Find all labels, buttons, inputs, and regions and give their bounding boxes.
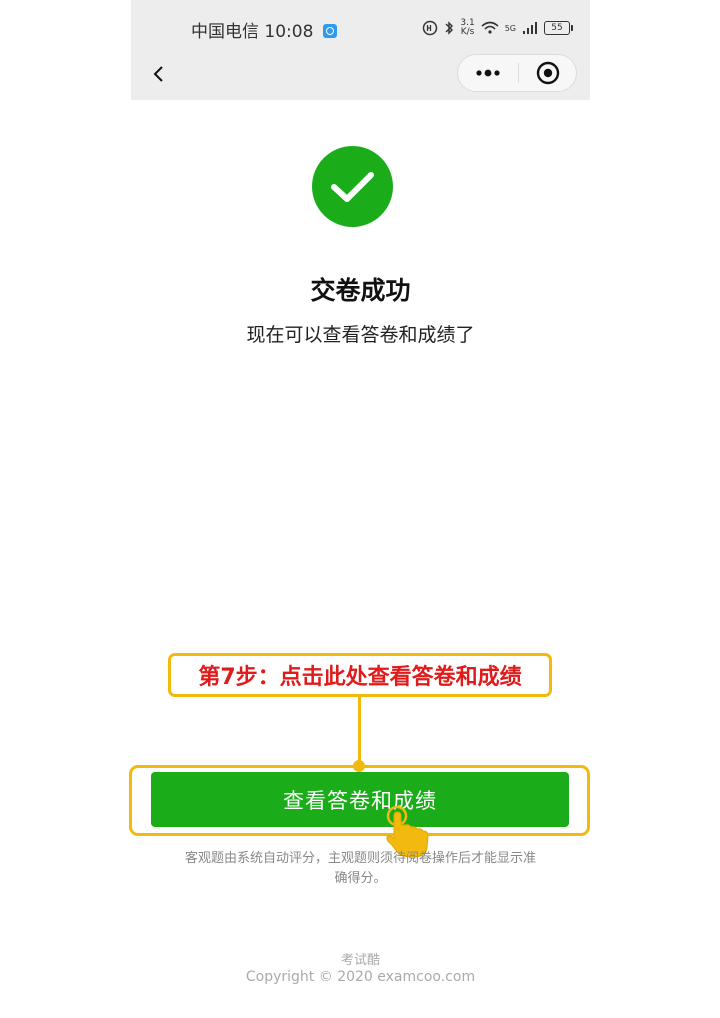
app-notification-icon: [322, 24, 337, 38]
clock-time: 10:08: [264, 22, 314, 42]
battery-icon: 55: [544, 21, 573, 35]
view-answers-scores-button[interactable]: 查看答卷和成绩: [151, 772, 569, 827]
signal-strength-icon: [523, 22, 537, 34]
close-button[interactable]: [519, 55, 577, 91]
scoring-note: 客观题由系统自动评分，主观题则须待阅卷操作后才能显示准确得分。: [184, 851, 536, 886]
callout-connector: [358, 697, 361, 765]
target-close-icon: [536, 61, 560, 85]
network-speed: 3.1 K/s: [460, 18, 475, 37]
hd-call-icon: [423, 20, 438, 36]
result-description: 现在可以查看答卷和成绩了: [246, 324, 475, 346]
more-button[interactable]: [458, 55, 518, 91]
bluetooth-icon: [445, 21, 454, 35]
status-bar: 中国电信 10:08 3.1 K/s 5G 55: [131, 0, 590, 52]
wifi-icon: [481, 21, 499, 34]
signal-label: 5G: [504, 23, 516, 33]
capsule-menu: [457, 54, 577, 92]
chevron-left-icon: [153, 66, 163, 82]
tutorial-callout: 第7步：点击此处查看答卷和成绩: [168, 653, 552, 697]
back-button[interactable]: [145, 60, 173, 88]
more-dots-icon: [476, 69, 500, 77]
status-icons: 3.1 K/s 5G 55: [422, 17, 573, 39]
navigation-bar: [131, 52, 590, 100]
check-circle-icon: [312, 146, 393, 227]
carrier-name: 中国电信: [191, 22, 259, 42]
carrier-time: 中国电信 10:08: [191, 17, 337, 42]
footer-copyright: Copyright © 2020 examcoo.com: [245, 969, 476, 985]
mini-program-page: 中国电信 10:08 3.1 K/s 5G 55 交卷成功 现在可以查看答卷和成…: [129, 0, 590, 1018]
result-title: 交卷成功: [310, 276, 411, 305]
footer-brand: 考试酷: [340, 953, 380, 968]
